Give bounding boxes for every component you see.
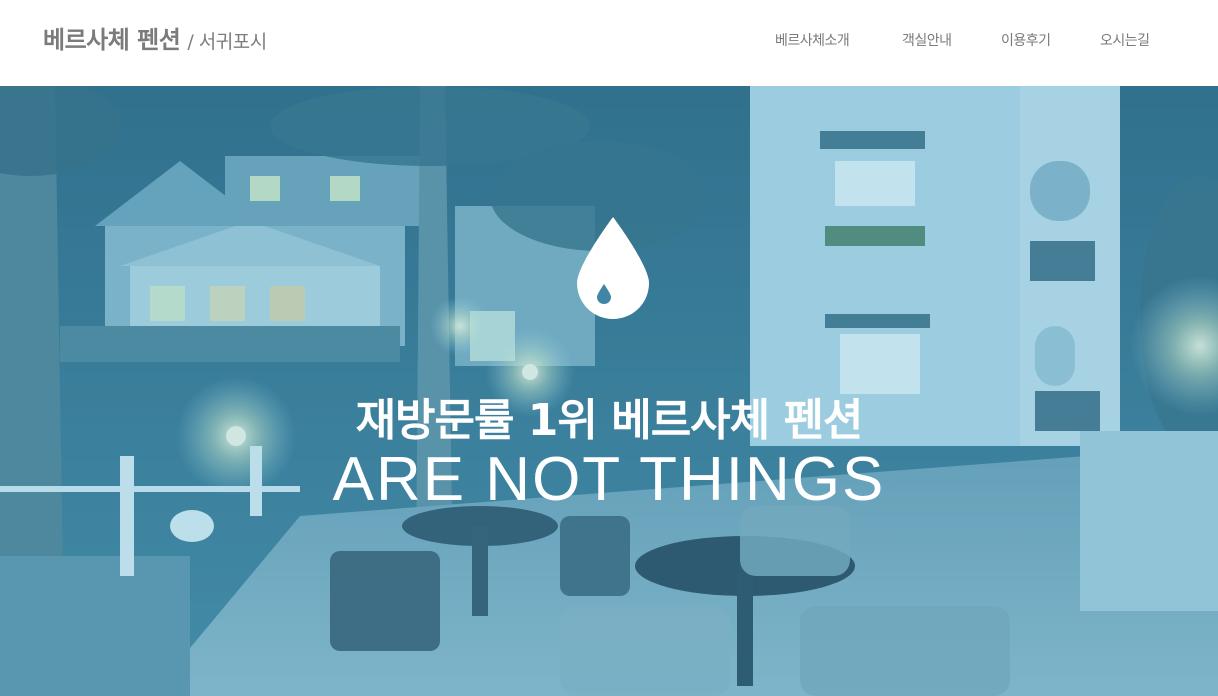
hero-subtitle: ARE NOT THINGS bbox=[332, 445, 886, 514]
nav-item-reviews[interactable]: 이용후기 bbox=[1001, 30, 1051, 50]
nav-item-about[interactable]: 베르사체소개 bbox=[775, 30, 850, 50]
water-drop-icon bbox=[577, 217, 649, 319]
main-nav: 베르사체소개 객실안내 이용후기 오시는길 bbox=[0, 30, 1218, 50]
hero-section: 재방문률 1위 베르사체 펜션 ARE NOT THINGS bbox=[0, 86, 1218, 696]
nav-item-directions[interactable]: 오시는길 bbox=[1100, 30, 1150, 50]
nav-item-rooms[interactable]: 객실안내 bbox=[902, 30, 952, 50]
hero-title: 재방문률 1위 베르사체 펜션 bbox=[355, 395, 864, 446]
site-header: 베르사체 펜션 / 서귀포시 베르사체소개 객실안내 이용후기 오시는길 bbox=[0, 0, 1218, 86]
